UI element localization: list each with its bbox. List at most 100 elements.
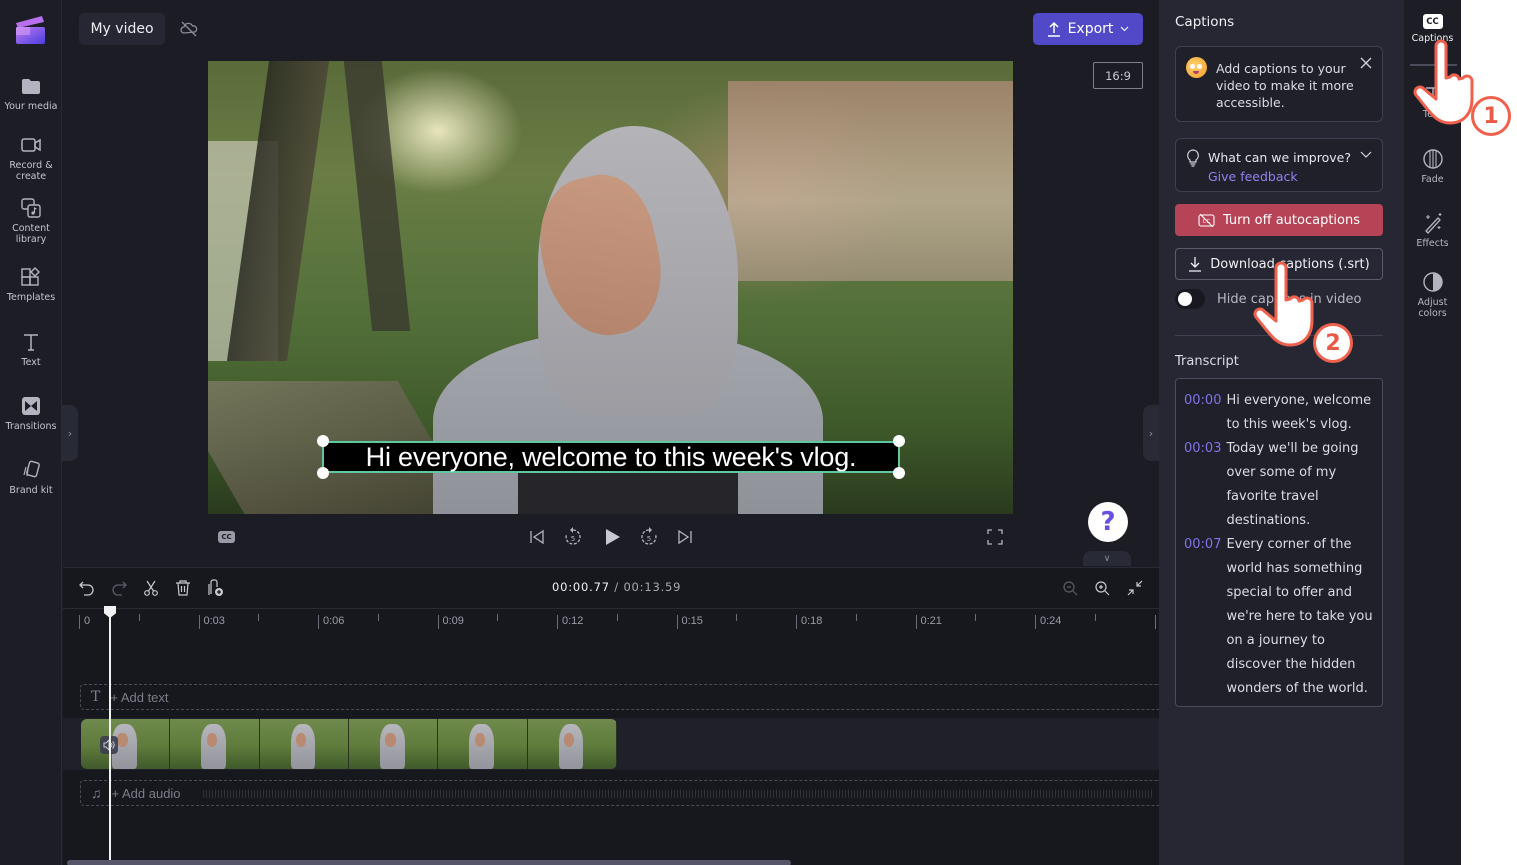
chevron-right-icon: ›: [67, 426, 73, 440]
transcript-row: 00:00 Hi everyone, welcome to this week'…: [1184, 389, 1374, 437]
content-library-icon: [21, 198, 41, 218]
chevron-down-icon: ∨: [1103, 553, 1111, 564]
sidebar-item-record-create[interactable]: Record & create: [0, 134, 62, 182]
resize-handle-top-left[interactable]: [317, 435, 329, 447]
zoom-out-button[interactable]: [1059, 577, 1081, 599]
help-button[interactable]: ?: [1088, 502, 1128, 542]
zoom-in-button[interactable]: [1091, 577, 1113, 599]
timeline-horizontal-scrollbar[interactable]: [67, 860, 791, 865]
tool-label: Text: [1422, 109, 1443, 120]
rewind-5s-button[interactable]: 5: [561, 525, 585, 549]
ruler-minor-tick: [258, 614, 260, 621]
download-captions-button[interactable]: Download captions (.srt): [1175, 248, 1383, 280]
caption-overlay[interactable]: Hi everyone, welcome to this week's vlog…: [322, 441, 900, 473]
ruler-major-tick: [318, 615, 319, 629]
give-feedback-link[interactable]: Give feedback: [1208, 169, 1298, 184]
timeline: 00:00.77 / 00:13.59 0 0:03 0:06 0:09 0:12 0:1…: [63, 567, 1159, 865]
transcript-text[interactable]: Every corner of the world has something …: [1226, 533, 1374, 701]
magic-wand-icon: [1424, 213, 1441, 234]
text-icon: T: [91, 689, 101, 705]
sidebar-item-transitions[interactable]: Transitions: [0, 395, 62, 432]
export-button[interactable]: Export: [1033, 13, 1143, 45]
split-button[interactable]: [140, 577, 162, 599]
transcript-timestamp[interactable]: 00:07: [1184, 533, 1221, 701]
forward-5-icon: 5: [641, 527, 657, 545]
fullscreen-button[interactable]: [983, 525, 1007, 549]
hide-captions-toggle[interactable]: [1175, 289, 1205, 309]
project-title-button[interactable]: My video: [79, 13, 165, 45]
tool-captions[interactable]: CC Captions: [1404, 14, 1461, 44]
tip-text: Add captions to your video to make it mo…: [1216, 61, 1354, 110]
ruler-tick-label: 0:15: [681, 615, 703, 627]
expand-right-panel-button[interactable]: ›: [1143, 405, 1159, 461]
ruler-tick-label: 0:09: [442, 615, 464, 627]
redo-button[interactable]: [108, 577, 130, 599]
turn-off-label: Turn off autocaptions: [1222, 212, 1361, 228]
transcript-timestamp[interactable]: 00:03: [1184, 437, 1221, 533]
video-clip[interactable]: [81, 719, 617, 769]
tool-text[interactable]: Text: [1404, 85, 1461, 120]
video-frame-building: [728, 81, 1013, 281]
ruler-tick-label: 0:18: [801, 615, 823, 627]
chevron-down-icon: [1121, 26, 1129, 32]
close-icon[interactable]: [1358, 55, 1374, 71]
sidebar-item-label: Content library: [12, 223, 50, 245]
delete-button[interactable]: [172, 577, 194, 599]
ruler-minor-tick: [1094, 614, 1096, 621]
resize-handle-top-right[interactable]: [893, 435, 905, 447]
play-button[interactable]: [600, 525, 624, 549]
clip-thumbnail: [170, 719, 260, 769]
chevron-down-icon[interactable]: [1360, 151, 1372, 159]
video-frame-tree: [343, 61, 411, 331]
expand-left-panel-button[interactable]: ›: [62, 405, 78, 461]
add-text-track[interactable]: T + Add text: [80, 684, 1159, 710]
transcript-text[interactable]: Hi everyone, welcome to this week's vlog…: [1226, 389, 1374, 437]
transcript-text[interactable]: Today we'll be going over some of my fav…: [1226, 437, 1374, 533]
video-camera-icon: [21, 138, 41, 152]
turn-off-autocaptions-button[interactable]: CC Turn off autocaptions: [1175, 204, 1383, 236]
download-label: Download captions (.srt): [1210, 256, 1370, 272]
left-sidebar: Your media Record & create Content libra…: [0, 0, 62, 865]
sidebar-item-templates[interactable]: Templates: [0, 266, 62, 303]
feedback-card[interactable]: What can we improve? Give feedback: [1175, 138, 1383, 192]
ruler-minor-tick: [975, 614, 977, 621]
ruler-minor-tick: [497, 614, 499, 621]
undo-button[interactable]: [76, 577, 98, 599]
transcript-timestamp[interactable]: 00:00: [1184, 389, 1221, 437]
playhead[interactable]: [109, 610, 111, 865]
ruler-tick-label: 0:03: [203, 615, 225, 627]
sidebar-item-content-library[interactable]: Content library: [0, 197, 62, 245]
timeline-ruler[interactable]: 0 0:03 0:06 0:09 0:12 0:15 0:18 0:21 0:24: [63, 608, 1159, 636]
collapse-help-button[interactable]: ∨: [1083, 551, 1131, 566]
tool-fade[interactable]: Fade: [1404, 148, 1461, 185]
add-to-timeline-button[interactable]: [205, 577, 227, 599]
step-badge-2: 2: [1313, 323, 1353, 363]
tool-effects[interactable]: Effects: [1404, 212, 1461, 249]
cloud-sync-off-button[interactable]: [173, 13, 205, 45]
resize-handle-bottom-left[interactable]: [317, 467, 329, 479]
upload-icon: [1047, 21, 1060, 37]
ruler-minor-tick: [736, 614, 738, 621]
app-logo[interactable]: [14, 13, 47, 46]
ruler-major-tick: [1035, 615, 1036, 629]
active-indicator: [1410, 64, 1457, 66]
ruler-major-tick: [557, 615, 558, 629]
forward-5s-button[interactable]: 5: [637, 525, 661, 549]
redo-icon: [112, 581, 127, 596]
fullscreen-icon: [987, 529, 1003, 545]
zoom-in-icon: [1095, 581, 1110, 596]
sidebar-item-text[interactable]: Text: [0, 331, 62, 368]
skip-to-end-button[interactable]: [673, 525, 697, 549]
brand-kit-icon: [23, 460, 40, 478]
aspect-ratio-button[interactable]: 16:9: [1093, 62, 1143, 89]
resize-handle-bottom-right[interactable]: [893, 467, 905, 479]
trash-icon: [176, 580, 190, 596]
tool-adjust-colors[interactable]: Adjust colors: [1404, 271, 1461, 319]
skip-to-start-button[interactable]: [525, 525, 549, 549]
sidebar-item-your-media[interactable]: Your media: [0, 75, 62, 112]
sidebar-item-brand-kit[interactable]: Brand kit: [0, 459, 62, 496]
folder-icon: [22, 79, 40, 94]
zoom-out-icon: [1063, 581, 1078, 596]
fit-timeline-button[interactable]: [1124, 577, 1146, 599]
captions-toggle-button[interactable]: CC: [218, 531, 235, 543]
